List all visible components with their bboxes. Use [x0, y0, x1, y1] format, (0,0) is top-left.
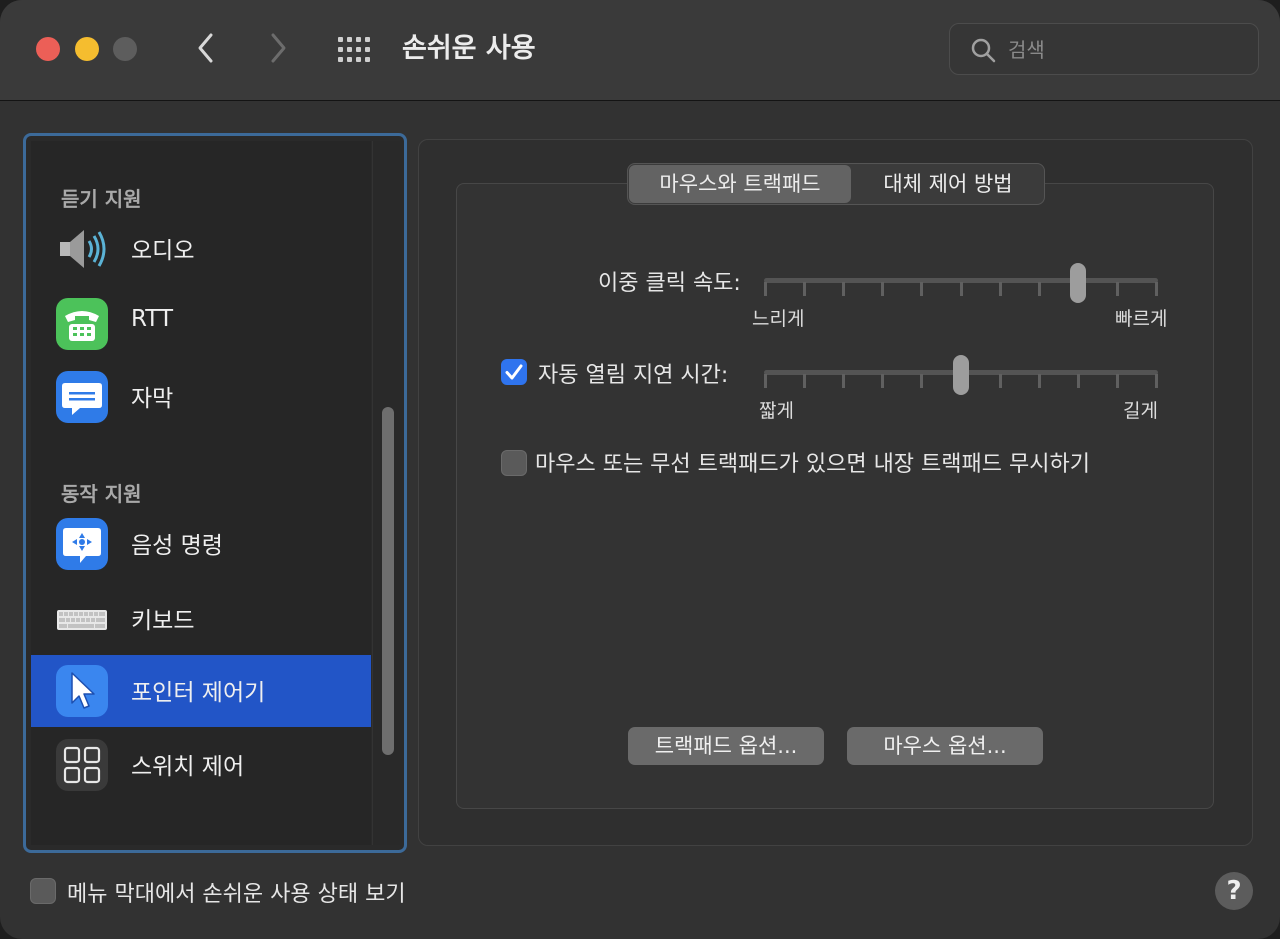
sidebar-item-label: RTT — [131, 306, 174, 332]
slider-tick — [803, 282, 806, 296]
sidebar-item-label: 음성 명령 — [131, 533, 223, 559]
help-button[interactable]: ? — [1215, 872, 1253, 910]
search-input[interactable] — [1006, 32, 1250, 68]
title-bar: 손쉬운 사용 — [0, 0, 1280, 101]
slider-tick — [842, 282, 845, 296]
zoom-window-button[interactable] — [113, 37, 137, 61]
slider-tick — [1155, 374, 1158, 388]
slider-tick — [960, 282, 963, 296]
chevron-left-icon — [198, 33, 213, 63]
switch-control-icon — [56, 739, 108, 791]
slider-tick — [1038, 374, 1041, 388]
segmented-tabs: 마우스와 트랙패드 대체 제어 방법 — [627, 163, 1045, 205]
slider-tick — [920, 374, 923, 388]
close-window-button[interactable] — [36, 37, 60, 61]
slider-tick — [1038, 282, 1041, 296]
keyboard-icon — [56, 593, 108, 645]
slider-max-label: 빠르게 — [1115, 308, 1168, 330]
show-all-button[interactable] — [336, 33, 376, 67]
menu-bar-status-label: 메뉴 막대에서 손쉬운 사용 상태 보기 — [67, 882, 406, 907]
section-header-hearing: 듣기 지원 — [61, 187, 142, 211]
sidebar: 듣기 지원 오디오 RTT 자막 동작 지원 음성 명령 키보드 포인터 제어기… — [23, 133, 407, 853]
window-title: 손쉬운 사용 — [402, 33, 536, 64]
sidebar-item-label: 포인터 제어기 — [131, 680, 266, 706]
tty-phone-icon — [56, 298, 108, 350]
slider-tick — [1116, 282, 1119, 296]
voice-control-icon — [56, 518, 108, 570]
sidebar-item-label: 스위치 제어 — [131, 754, 245, 780]
slider-max-label: 길게 — [1123, 400, 1158, 422]
slider-tick — [1155, 282, 1158, 296]
chevron-right-icon — [271, 33, 286, 63]
slider-tick — [764, 374, 767, 388]
sidebar-item-rtt[interactable]: RTT — [31, 288, 371, 360]
mouse-options-button[interactable]: 마우스 옵션... — [847, 727, 1043, 765]
ignore-trackpad-label: 마우스 또는 무선 트랙패드가 있으면 내장 트랙패드 무시하기 — [535, 452, 1090, 477]
spring-loading-slider[interactable] — [764, 355, 1158, 395]
slider-thumb[interactable] — [1070, 263, 1086, 303]
speaker-icon — [60, 230, 106, 268]
sidebar-item-pointer-control[interactable]: 포인터 제어기 — [31, 655, 371, 727]
preferences-window: 손쉬운 사용 듣기 지원 오디오 — [0, 0, 1280, 939]
slider-tick — [881, 282, 884, 296]
sidebar-item-voice-control[interactable]: 음성 명령 — [31, 508, 371, 580]
spring-loading-label: 자동 열림 지연 시간: — [538, 363, 729, 388]
slider-tick — [803, 374, 806, 388]
slider-min-label: 느리게 — [752, 308, 805, 330]
tab-mouse-trackpad[interactable]: 마우스와 트랙패드 — [629, 165, 851, 203]
sidebar-item-label: 오디오 — [131, 238, 195, 264]
slider-min-label: 짧게 — [759, 400, 794, 422]
minimize-window-button[interactable] — [75, 37, 99, 61]
search-icon — [971, 38, 996, 63]
sidebar-list: 듣기 지원 오디오 RTT 자막 동작 지원 음성 명령 키보드 포인터 제어기… — [31, 141, 371, 845]
pointer-icon — [56, 665, 108, 717]
ignore-trackpad-checkbox[interactable] — [501, 450, 527, 476]
forward-button[interactable] — [260, 30, 296, 66]
section-header-motor: 동작 지원 — [61, 482, 142, 506]
double-click-speed-label: 이중 클릭 속도: — [598, 271, 741, 296]
tab-alternate-control[interactable]: 대체 제어 방법 — [853, 165, 1043, 203]
slider-tick — [842, 374, 845, 388]
sidebar-item-label: 자막 — [131, 386, 174, 412]
menu-bar-status-checkbox[interactable] — [30, 878, 56, 904]
slider-tick — [999, 282, 1002, 296]
captions-icon — [56, 371, 108, 423]
slider-tick — [1077, 374, 1080, 388]
checkmark-icon — [505, 364, 523, 380]
grid-icon — [338, 37, 370, 62]
slider-thumb[interactable] — [953, 355, 969, 395]
double-click-speed-slider[interactable] — [764, 263, 1158, 303]
slider-tick — [764, 282, 767, 296]
back-button[interactable] — [188, 30, 224, 66]
sidebar-item-switch-control[interactable]: 스위치 제어 — [31, 729, 371, 801]
slider-tick — [920, 282, 923, 296]
trackpad-options-button[interactable]: 트랙패드 옵션... — [628, 727, 824, 765]
sidebar-item-audio[interactable]: 오디오 — [31, 213, 371, 285]
slider-tick — [999, 374, 1002, 388]
sidebar-scrollbar-thumb[interactable] — [382, 407, 394, 755]
sidebar-item-keyboard[interactable]: 키보드 — [31, 583, 371, 655]
slider-tick — [1116, 374, 1119, 388]
sidebar-item-label: 키보드 — [131, 608, 195, 634]
slider-tick — [881, 374, 884, 388]
sidebar-item-captions[interactable]: 자막 — [31, 361, 371, 433]
sidebar-scrollbar[interactable] — [372, 141, 400, 845]
search-field[interactable] — [949, 23, 1259, 75]
spring-loading-checkbox[interactable] — [501, 359, 527, 385]
